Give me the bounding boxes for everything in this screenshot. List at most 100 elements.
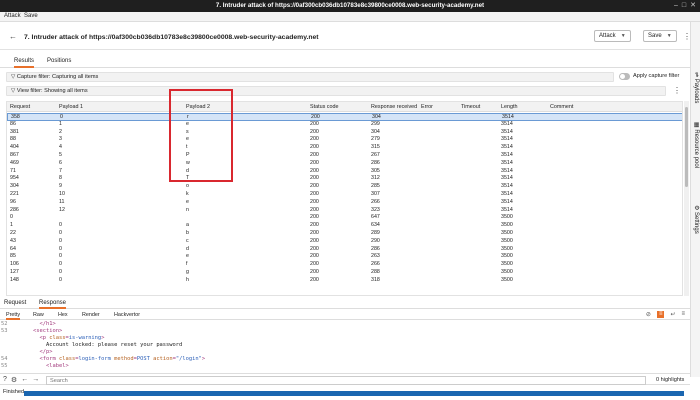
table-cell: 200 [310, 276, 319, 283]
table-cell: 0 [59, 269, 62, 275]
table-cell: 0 [10, 214, 13, 221]
table-cell: 288 [371, 269, 380, 275]
table-row[interactable]: 43 0 c 200 290 3500 [7, 237, 682, 246]
column-header[interactable]: Error [421, 104, 433, 110]
code-line: Account locked: please reset your passwo… [0, 342, 684, 349]
view-filter-bar[interactable]: ▽ View filter: Showing all items [6, 86, 666, 96]
tab-results[interactable]: Results [14, 58, 35, 68]
tab-hackvertor[interactable]: Hackvertor [114, 312, 140, 318]
column-header[interactable]: Comment [550, 104, 573, 110]
help-icon[interactable]: ? [3, 376, 7, 384]
table-cell: 200 [310, 175, 319, 182]
table-row[interactable]: 88 3 e 200 279 3514 [7, 136, 682, 144]
wrap-lines-icon[interactable]: ≡ [656, 311, 665, 318]
table-cell: 3514 [501, 191, 513, 197]
menu-attack[interactable]: Attack [4, 13, 21, 19]
table-row[interactable]: 96 11 e 200 266 3514 [7, 198, 682, 207]
search-input[interactable] [46, 376, 646, 385]
table-cell: 64 [10, 245, 16, 252]
table-cell: 3500 [501, 269, 513, 275]
table-cell: 6 [59, 159, 62, 166]
next-icon[interactable]: → [32, 376, 39, 384]
close-icon[interactable]: ✕ [690, 1, 696, 10]
tab-pretty[interactable]: Pretty [6, 312, 21, 320]
tab-resource-pool[interactable]: ▦ Resource pool [693, 122, 700, 168]
more-options-icon[interactable]: ≡ [681, 311, 685, 318]
column-header[interactable]: Payload 1 [59, 104, 83, 110]
table-cell: 304 [10, 183, 19, 190]
code-token: class [58, 356, 76, 362]
table-cell: 10 [59, 191, 65, 197]
column-header[interactable]: Response received [371, 104, 417, 110]
request-response-tabs: Request Response [0, 298, 690, 309]
apply-capture-filter-label: Apply capture filter [633, 73, 680, 79]
response-code-view[interactable]: 52 </h1> 53 <section> <p class=is-warning… [0, 321, 684, 369]
column-header[interactable]: Timeout [461, 104, 480, 110]
code-text: <section> [20, 328, 62, 334]
table-row[interactable]: 954 8 T 200 312 3514 [7, 175, 682, 183]
table-row[interactable]: 22 0 b 200 289 3500 [7, 230, 682, 238]
table-cell: 266 [371, 198, 380, 205]
table-cell: 0 [59, 261, 62, 268]
tab-positions[interactable]: Positions [47, 58, 71, 64]
newline-icon[interactable]: ↵ [670, 311, 675, 318]
capture-filter-bar[interactable]: ▽ Capture filter: Capturing all items [6, 72, 614, 82]
back-arrow-icon[interactable]: ← [9, 32, 17, 41]
table-row[interactable]: 358 0 r 200 304 3514 [7, 113, 682, 121]
attack-dropdown-button[interactable]: Attack ▼ [594, 30, 631, 42]
attack-button-label: Attack [599, 33, 616, 39]
apply-capture-filter-toggle[interactable] [619, 73, 630, 80]
settings-icon[interactable]: ⚙ [11, 376, 17, 384]
table-row[interactable]: 86 1 e 200 299 3514 [7, 121, 682, 129]
minimize-icon[interactable]: – [674, 1, 678, 10]
table-row[interactable]: 469 6 w 200 286 3514 [7, 159, 682, 168]
window-titlebar: 7. Intruder attack of https://0af300cb03… [0, 0, 700, 12]
previous-icon[interactable]: ← [21, 376, 28, 384]
code-line: </p> [0, 349, 684, 356]
table-scrollbar[interactable] [684, 101, 689, 296]
table-row[interactable]: 64 0 d 200 286 3500 [7, 245, 682, 254]
table-cell: 266 [371, 261, 380, 268]
view-filter-options-icon[interactable]: ⋮ [673, 86, 681, 95]
window-title: 7. Intruder attack of https://0af300cb03… [215, 2, 485, 9]
table-row[interactable]: 0 200 647 3500 [7, 214, 682, 222]
table-cell: 200 [310, 253, 319, 260]
tab-settings[interactable]: ⚙ Settings [693, 205, 700, 234]
tab-hex[interactable]: Hex [58, 312, 68, 318]
table-row[interactable]: 127 0 g 200 288 3500 [7, 269, 682, 277]
scrollbar-thumb[interactable] [685, 107, 688, 187]
column-header[interactable]: Request [10, 104, 30, 110]
table-cell: 267 [371, 152, 380, 158]
table-row[interactable]: 71 7 d 200 305 3514 [7, 167, 682, 176]
table-cell: 1 [10, 222, 13, 229]
table-cell: g [186, 269, 189, 275]
table-cell: 647 [371, 214, 380, 221]
table-row[interactable]: 221 10 k 200 307 3514 [7, 191, 682, 199]
table-row[interactable]: 286 12 n 200 323 3514 [7, 207, 682, 215]
hide-icon[interactable]: ⊘ [646, 311, 651, 318]
table-row[interactable]: 304 9 o 200 285 3514 [7, 183, 682, 191]
save-dropdown-button[interactable]: Save ▼ [643, 30, 677, 42]
table-row[interactable]: 381 2 s 200 304 3514 [7, 129, 682, 137]
table-row[interactable]: 404 4 t 200 315 3514 [7, 144, 682, 152]
menu-save[interactable]: Save [24, 13, 38, 19]
table-row[interactable]: 148 0 h 200 318 3500 [7, 276, 682, 285]
table-row[interactable]: 106 0 f 200 266 3500 [7, 261, 682, 269]
tab-request[interactable]: Request [4, 300, 26, 306]
table-cell: 290 [371, 237, 380, 244]
table-cell: 307 [371, 191, 380, 197]
maximize-icon[interactable]: □ [682, 1, 686, 10]
table-row[interactable]: 867 5 P 200 267 3514 [7, 152, 682, 160]
table-cell: 71 [10, 167, 16, 174]
tab-render[interactable]: Render [82, 312, 100, 318]
table-row[interactable]: 85 0 e 200 263 3500 [7, 253, 682, 261]
tab-raw[interactable]: Raw [33, 312, 44, 318]
tab-response[interactable]: Response [39, 300, 67, 309]
tab-payloads[interactable]: ⇌ Payloads [693, 72, 700, 103]
table-row[interactable]: 1 0 a 200 634 3500 [7, 222, 682, 230]
column-header[interactable]: Length [501, 104, 518, 110]
table-cell: 0 [59, 253, 62, 260]
column-header[interactable]: Status code [310, 104, 338, 110]
